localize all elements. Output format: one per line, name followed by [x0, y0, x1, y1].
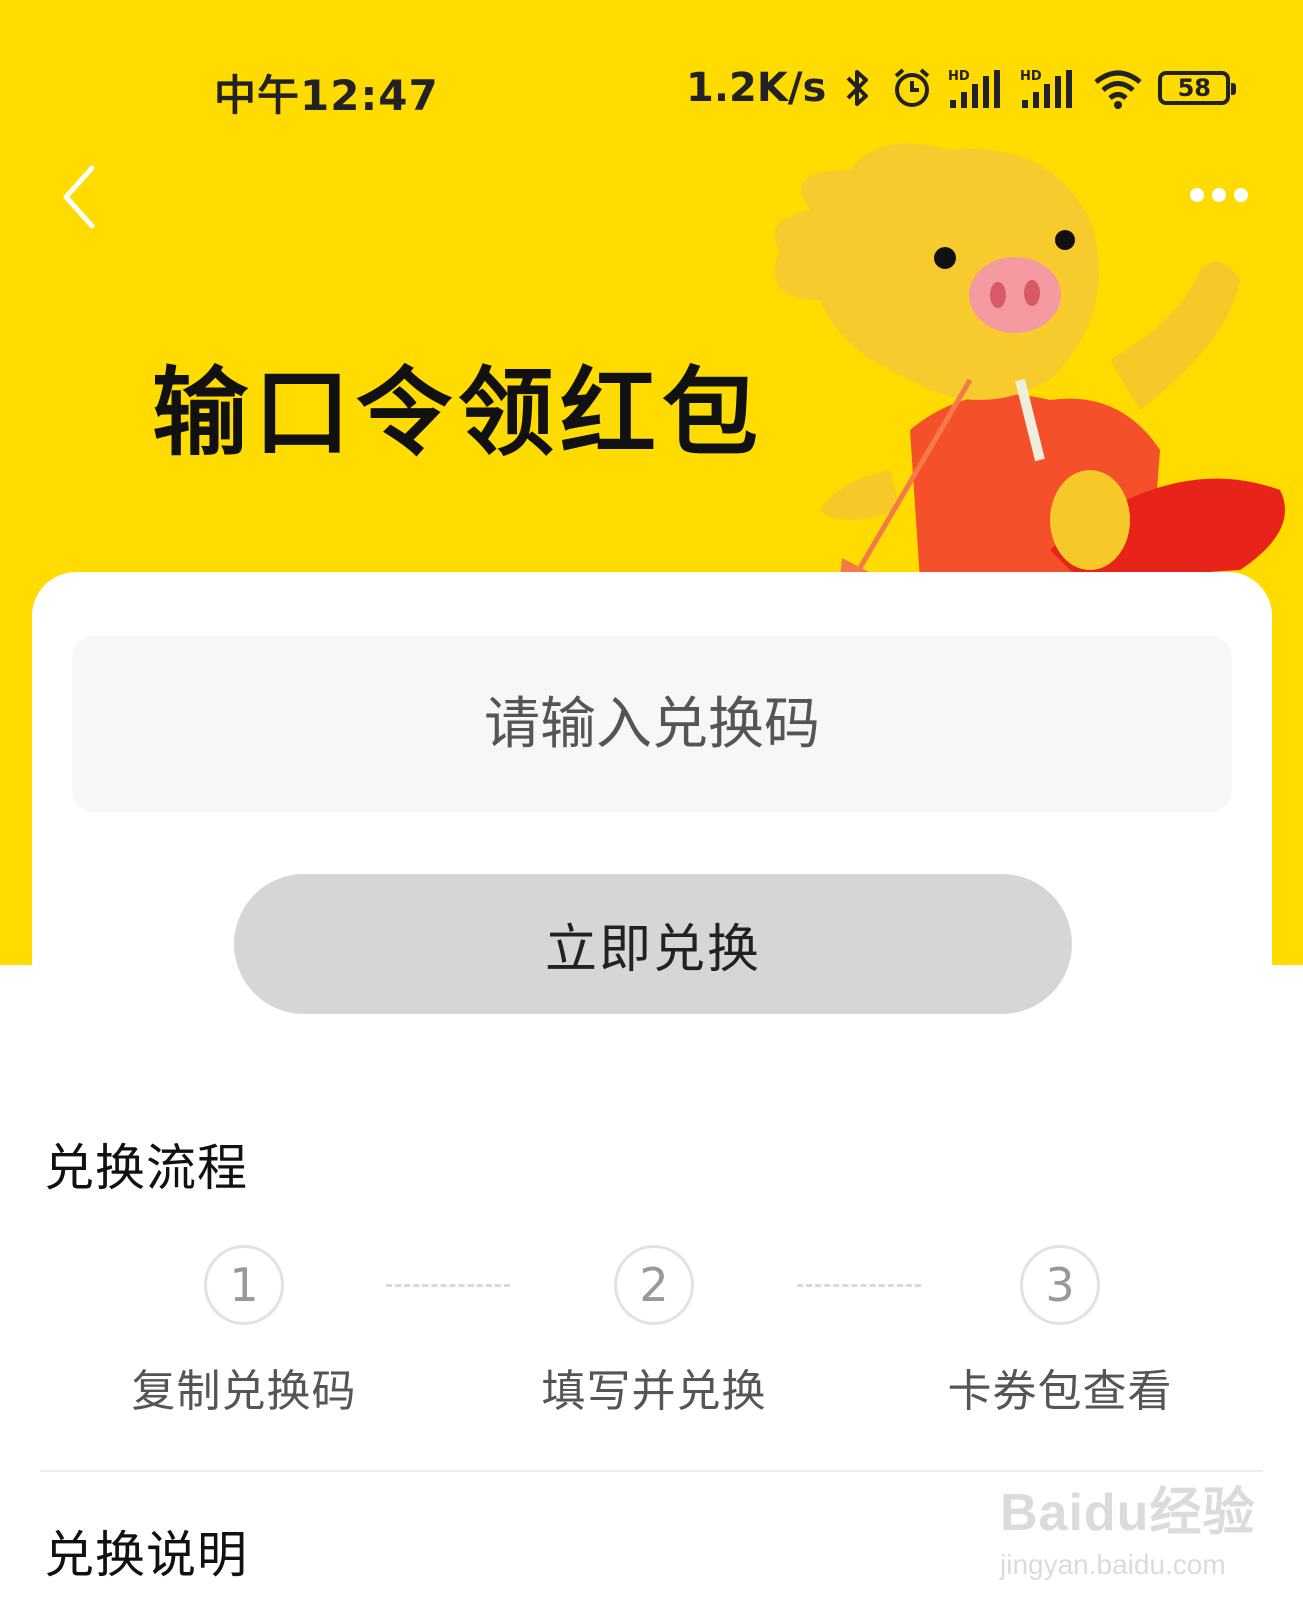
page-title: 输口令领红包 — [152, 357, 764, 469]
watermark-url: jingyan.baidu.com — [1000, 1549, 1226, 1580]
step-connector — [386, 1284, 510, 1287]
svg-text:HD: HD — [1020, 69, 1042, 84]
back-arrow-icon[interactable] — [56, 160, 106, 234]
redeem-now-button[interactable]: 立即兑换 — [234, 874, 1072, 1014]
step-number-1: 1 — [204, 1245, 284, 1325]
step-label-2: 填写并兑换 — [541, 1366, 767, 1417]
wifi-icon — [1092, 66, 1144, 110]
step-label-3: 卡券包查看 — [947, 1366, 1173, 1417]
step-connector — [797, 1284, 921, 1287]
notes-section-title: 兑换说明 — [44, 1526, 248, 1584]
redeem-code-input[interactable] — [72, 636, 1232, 812]
svg-text:HD: HD — [948, 69, 970, 84]
mascot-illustration — [774, 143, 1285, 580]
watermark-logo: Baidu经验 — [1000, 1484, 1256, 1542]
process-section-title: 兑换流程 — [44, 1139, 248, 1197]
baidu-watermark: Baidu经验 jingyan.baidu.com — [1000, 1470, 1260, 1590]
alarm-icon — [890, 66, 934, 110]
step-number-2: 2 — [614, 1245, 694, 1325]
status-bar-right: 1.2K/s HD HD 58 — [686, 60, 1237, 116]
step-number-3: 3 — [1020, 1245, 1100, 1325]
signal-icon: HD — [948, 66, 1006, 110]
step-label-1: 复制兑换码 — [131, 1366, 357, 1417]
status-time: 中午12:47 — [214, 71, 439, 120]
network-speed: 1.2K/s — [686, 65, 827, 111]
battery-icon: 58 — [1158, 71, 1237, 105]
signal-icon-2: HD — [1020, 66, 1078, 110]
bluetooth-icon — [840, 66, 876, 110]
